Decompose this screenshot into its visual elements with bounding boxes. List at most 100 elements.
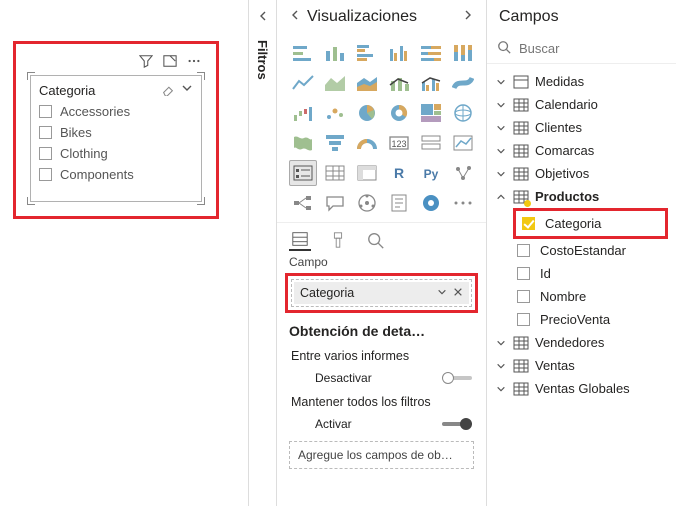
line-clustered-column-chart-icon[interactable] — [417, 70, 445, 96]
stacked-bar-chart-icon[interactable] — [289, 40, 317, 66]
kpi-visual-icon[interactable] — [449, 130, 477, 156]
visual-header-toolbar — [139, 54, 201, 68]
table-ventas-globales[interactable]: Ventas Globales — [487, 377, 676, 400]
donut-chart-icon[interactable] — [385, 100, 413, 126]
slicer-item[interactable]: Bikes — [39, 122, 193, 143]
qna-visual-icon[interactable] — [321, 190, 349, 216]
fields-search-input[interactable] — [519, 41, 676, 56]
field-well-label: Campo — [277, 253, 486, 273]
more-options-icon[interactable] — [187, 54, 201, 68]
filled-map-chart-icon[interactable] — [289, 130, 317, 156]
chevron-down-icon[interactable] — [437, 286, 447, 300]
eraser-icon[interactable] — [161, 82, 175, 99]
fields-tab-icon[interactable] — [289, 229, 311, 251]
field-well[interactable]: Categoria — [291, 279, 472, 307]
deactivate-label: Desactivar — [291, 371, 372, 385]
waterfall-chart-icon[interactable] — [289, 100, 317, 126]
checkbox-icon[interactable] — [517, 267, 530, 280]
line-chart-icon[interactable] — [289, 70, 317, 96]
field-pill-categoria[interactable]: Categoria — [294, 282, 469, 304]
clustered-column-chart-icon[interactable] — [385, 40, 413, 66]
table-icon — [513, 75, 529, 89]
stacked-column-chart-icon[interactable] — [321, 40, 349, 66]
card-visual-icon[interactable]: 123 — [385, 130, 413, 156]
key-influencers-icon[interactable] — [449, 160, 477, 186]
table-icon — [513, 336, 529, 350]
decomposition-tree-icon[interactable] — [289, 190, 317, 216]
table-icon — [513, 121, 529, 135]
treemap-chart-icon[interactable] — [417, 100, 445, 126]
stacked-area-chart-icon[interactable] — [353, 70, 381, 96]
100pct-stacked-column-chart-icon[interactable] — [449, 40, 477, 66]
import-visual-icon[interactable] — [353, 190, 381, 216]
filter-icon[interactable] — [139, 54, 153, 68]
ribbon-chart-icon[interactable] — [449, 70, 477, 96]
slicer-item[interactable]: Accessories — [39, 101, 193, 122]
field-costoestandar[interactable]: CostoEstandar — [487, 239, 676, 262]
matrix-visual-icon[interactable] — [353, 160, 381, 186]
area-chart-icon[interactable] — [321, 70, 349, 96]
funnel-chart-icon[interactable] — [321, 130, 349, 156]
paginated-report-icon[interactable] — [385, 190, 413, 216]
field-nombre[interactable]: Nombre — [487, 285, 676, 308]
slicer-item[interactable]: Components — [39, 164, 193, 185]
cross-report-label: Entre varios informes — [277, 345, 486, 365]
pie-chart-icon[interactable] — [353, 100, 381, 126]
table-icon — [513, 98, 529, 112]
scatter-chart-icon[interactable] — [321, 100, 349, 126]
remove-field-icon[interactable] — [453, 286, 463, 300]
table-icon — [513, 144, 529, 158]
multirow-card-icon[interactable] — [417, 130, 445, 156]
table-icon — [513, 382, 529, 396]
field-precioventa[interactable]: PrecioVenta — [487, 308, 676, 331]
collapse-pane-icon[interactable] — [289, 8, 301, 26]
chevron-down-icon — [495, 77, 507, 87]
filters-pane-collapsed[interactable]: Filtros — [248, 0, 276, 506]
report-canvas[interactable]: Categoria Accessories Bikes Clothing Com… — [0, 0, 248, 506]
table-vendedores[interactable]: Vendedores — [487, 331, 676, 354]
cross-report-toggle[interactable] — [442, 372, 472, 384]
search-icon — [497, 40, 511, 57]
slicer-visual[interactable]: Categoria Accessories Bikes Clothing Com… — [30, 75, 202, 202]
annotation-frame-field: Categoria — [513, 208, 668, 239]
focus-mode-icon[interactable] — [163, 54, 177, 68]
r-visual-icon[interactable]: R — [385, 160, 413, 186]
expand-pane-icon[interactable] — [462, 8, 474, 26]
drillthrough-drop-target[interactable]: Agregue los campos de ob… — [289, 441, 474, 469]
format-tab-icon[interactable] — [327, 229, 349, 251]
table-ventas[interactable]: Ventas — [487, 354, 676, 377]
arcgis-map-icon[interactable] — [417, 190, 445, 216]
svg-text:123: 123 — [391, 139, 406, 149]
table-calendario[interactable]: Calendario — [487, 93, 676, 116]
100pct-stacked-bar-chart-icon[interactable] — [417, 40, 445, 66]
checkbox-icon[interactable] — [517, 290, 530, 303]
line-stacked-column-chart-icon[interactable] — [385, 70, 413, 96]
table-objetivos[interactable]: Objetivos — [487, 162, 676, 185]
python-visual-icon[interactable]: Py — [417, 160, 445, 186]
clustered-bar-chart-icon[interactable] — [353, 40, 381, 66]
map-chart-icon[interactable] — [449, 100, 477, 126]
checkbox-checked-icon[interactable] — [522, 217, 535, 230]
table-clientes[interactable]: Clientes — [487, 116, 676, 139]
table-productos[interactable]: Productos — [487, 185, 676, 208]
expand-filters-icon[interactable] — [257, 10, 269, 22]
slicer-visual-icon[interactable] — [289, 160, 317, 186]
slicer-item[interactable]: Clothing — [39, 143, 193, 164]
table-medidas[interactable]: Medidas — [487, 70, 676, 93]
table-visual-icon[interactable] — [321, 160, 349, 186]
visualizations-title: Visualizaciones — [307, 8, 462, 26]
field-id[interactable]: Id — [487, 262, 676, 285]
chevron-down-icon — [495, 361, 507, 371]
get-more-visuals-icon[interactable] — [449, 190, 477, 216]
gauge-chart-icon[interactable] — [353, 130, 381, 156]
table-icon — [513, 190, 529, 204]
fields-search[interactable] — [487, 34, 676, 64]
checkbox-icon[interactable] — [517, 313, 530, 326]
analytics-tab-icon[interactable] — [365, 229, 387, 251]
chevron-down-icon[interactable] — [181, 82, 193, 99]
field-categoria[interactable]: Categoria — [518, 212, 663, 235]
chevron-down-icon — [495, 169, 507, 179]
keep-filters-toggle[interactable] — [442, 418, 472, 430]
checkbox-icon[interactable] — [517, 244, 530, 257]
table-comarcas[interactable]: Comarcas — [487, 139, 676, 162]
